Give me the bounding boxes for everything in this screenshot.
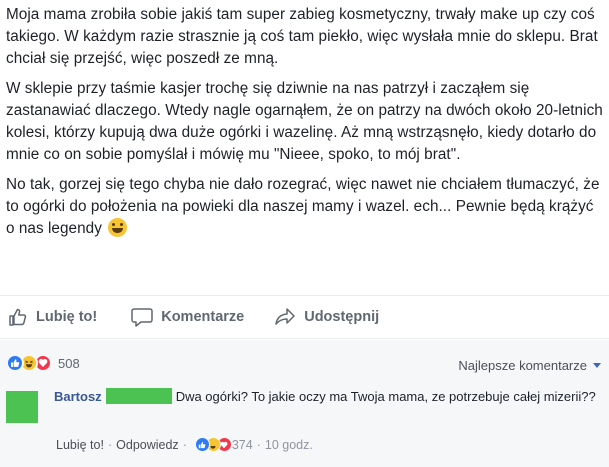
like-icon bbox=[194, 437, 210, 452]
post-paragraph-3-text: No tak, gorzej się tego chyba nie dało r… bbox=[6, 176, 600, 237]
comment-timestamp[interactable]: 10 godz. bbox=[265, 438, 313, 452]
share-button-label: Udostępnij bbox=[304, 309, 380, 325]
comment-bubble: Bartosz Dwa ogórki? To jakie oczy ma Twoj… bbox=[54, 387, 602, 406]
like-icon bbox=[6, 354, 24, 372]
comment-like-link[interactable]: Lubię to! bbox=[56, 438, 104, 452]
comment-meta: Lubię to! · Odpowiedz · 374 · 10 godz. bbox=[56, 437, 313, 452]
reactions-summary[interactable]: 508 bbox=[6, 354, 80, 372]
like-button-label: Lubię to! bbox=[36, 309, 98, 325]
comment-author[interactable]: Bartosz bbox=[54, 389, 102, 404]
chevron-down-icon bbox=[593, 363, 601, 368]
speech-bubble-icon bbox=[131, 308, 153, 327]
avatar[interactable] bbox=[6, 391, 38, 423]
comment-reaction-count: 374 bbox=[231, 437, 253, 452]
share-arrow-icon bbox=[275, 308, 295, 325]
comment-text: Dwa ogórki? To jakie oczy ma Twoja mama,… bbox=[175, 389, 596, 404]
separator: · bbox=[182, 437, 187, 452]
redaction-block bbox=[105, 388, 172, 404]
reaction-count: 508 bbox=[58, 355, 80, 371]
comment-sort-dropdown[interactable]: Najlepsze komentarze bbox=[458, 358, 601, 373]
like-button[interactable]: Lubię to! bbox=[8, 307, 97, 327]
grinning-face-emoji-icon bbox=[108, 218, 128, 237]
comment-button[interactable]: Komentarze bbox=[131, 307, 244, 327]
comment-reactions[interactable] bbox=[194, 437, 232, 452]
post-paragraph-1: Moja mama zrobiła sobie jakiś tam super … bbox=[6, 6, 598, 67]
thumbs-up-icon bbox=[9, 308, 27, 326]
separator: · bbox=[256, 437, 261, 452]
separator: · bbox=[107, 437, 113, 452]
post-paragraph-3: No tak, gorzej się tego chyba nie dało r… bbox=[6, 174, 604, 240]
post-action-bar: Lubię to! Komentarze Udostępnij bbox=[0, 295, 609, 339]
comment-sort-label: Najlepsze komentarze bbox=[458, 358, 587, 373]
comment-reply-link[interactable]: Odpowiedz bbox=[116, 438, 179, 452]
comment-button-label: Komentarze bbox=[161, 309, 245, 325]
post-paragraph-2: W sklepie przy taśmie kasjer trochę się … bbox=[6, 80, 603, 163]
comments-section: 508 Najlepsze komentarze Bartosz Dwa ogór… bbox=[0, 340, 609, 467]
share-button[interactable]: Udostępnij bbox=[274, 307, 379, 327]
post-body: Moja mama zrobiła sobie jakiś tam super … bbox=[6, 4, 604, 248]
